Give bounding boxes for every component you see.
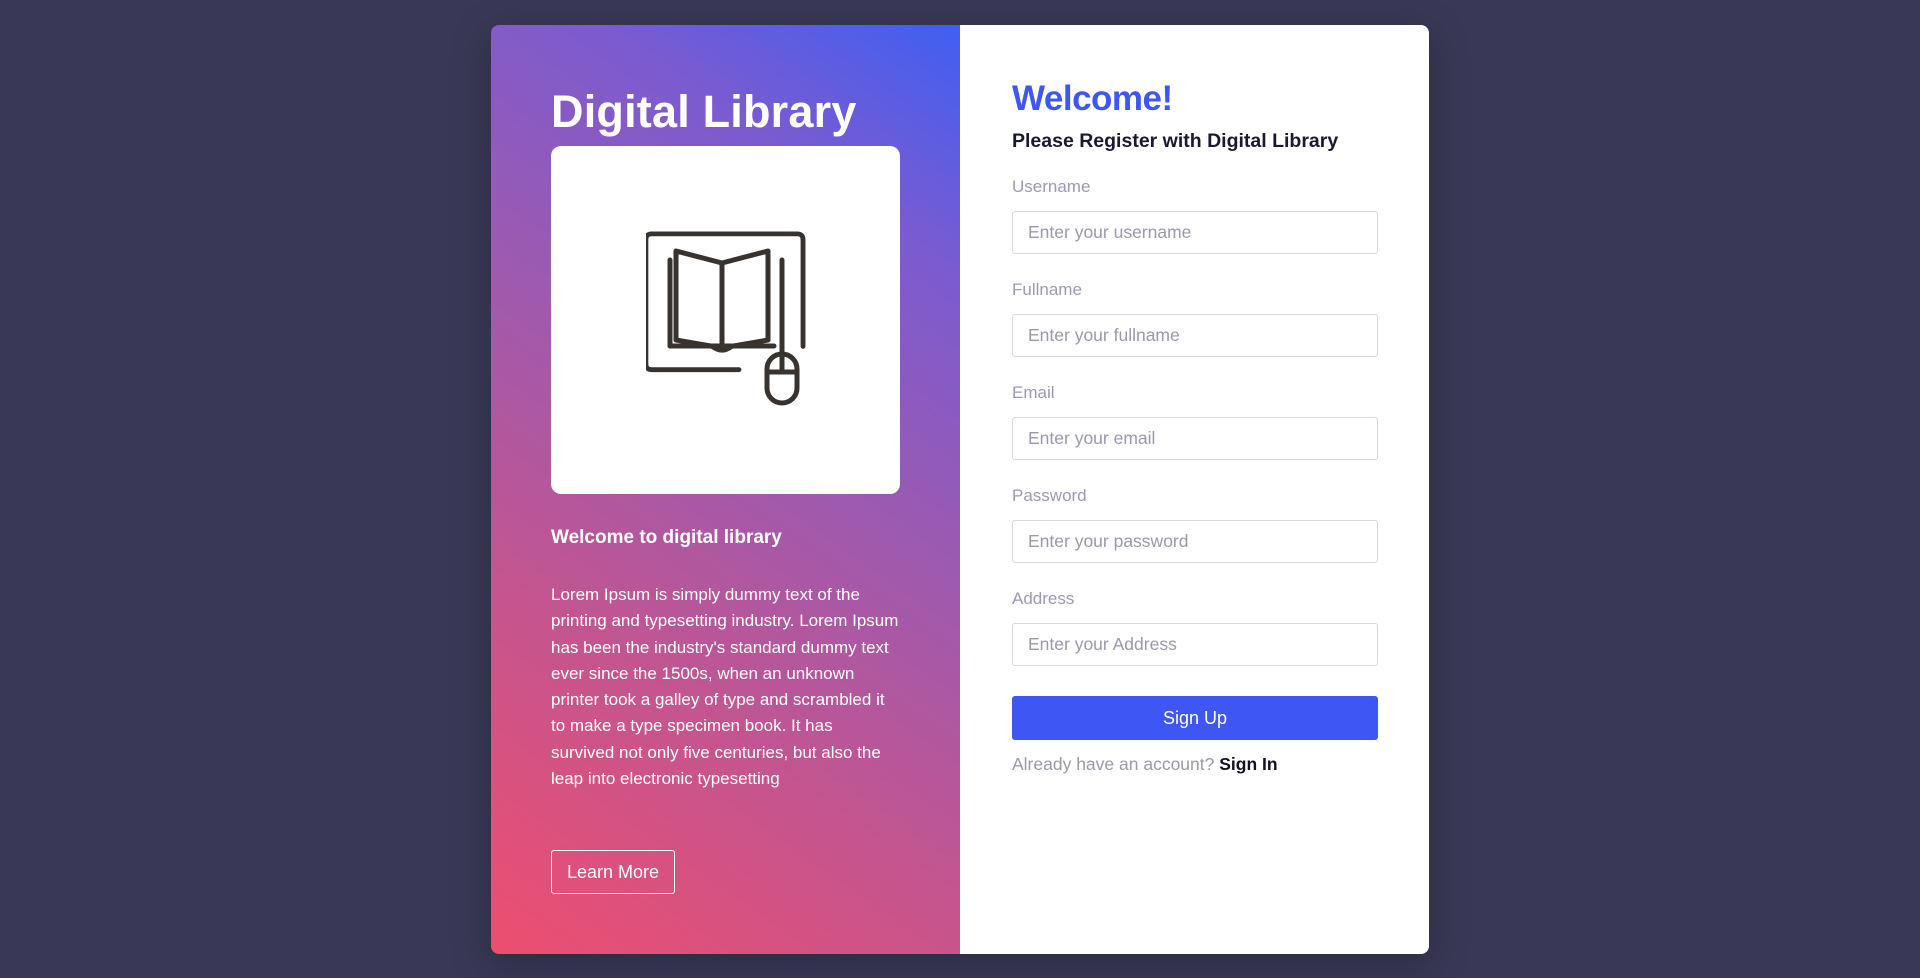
sign-up-button[interactable]: Sign Up	[1012, 696, 1378, 740]
fullname-input[interactable]	[1012, 314, 1378, 357]
promo-panel: Digital Library Welcome to digital libra…	[491, 25, 960, 954]
email-input[interactable]	[1012, 417, 1378, 460]
learn-more-button[interactable]: Learn More	[551, 850, 676, 894]
address-input[interactable]	[1012, 623, 1378, 666]
book-computer-mouse-icon	[645, 231, 805, 406]
welcome-heading: Welcome!	[1012, 79, 1173, 118]
register-card: Digital Library Welcome to digital libra…	[491, 25, 1429, 954]
promo-description: Lorem Ipsum is simply dummy text of the …	[551, 585, 899, 789]
register-form: Username Fullname Email Password Address	[1012, 177, 1378, 666]
address-group: Address	[1012, 589, 1378, 666]
sign-in-prompt: Already have an account? Sign In	[1012, 754, 1377, 775]
address-label: Address	[1012, 589, 1075, 608]
password-input[interactable]	[1012, 520, 1378, 563]
password-label: Password	[1012, 486, 1087, 505]
app-title: Digital Library	[551, 86, 857, 137]
illustration-card	[551, 146, 900, 494]
sign-in-link[interactable]: Sign In	[1219, 754, 1277, 774]
promo-subtitle: Welcome to digital library	[551, 527, 782, 548]
password-group: Password	[1012, 486, 1378, 563]
username-input[interactable]	[1012, 211, 1378, 254]
username-group: Username	[1012, 177, 1378, 254]
username-label: Username	[1012, 177, 1091, 196]
account-prompt-text: Already have an account?	[1012, 754, 1215, 774]
email-label: Email	[1012, 383, 1055, 402]
fullname-label: Fullname	[1012, 280, 1082, 299]
email-group: Email	[1012, 383, 1378, 460]
register-form-panel: Welcome! Please Register with Digital Li…	[960, 25, 1429, 954]
register-subheading: Please Register with Digital Library	[1012, 130, 1339, 152]
fullname-group: Fullname	[1012, 280, 1378, 357]
